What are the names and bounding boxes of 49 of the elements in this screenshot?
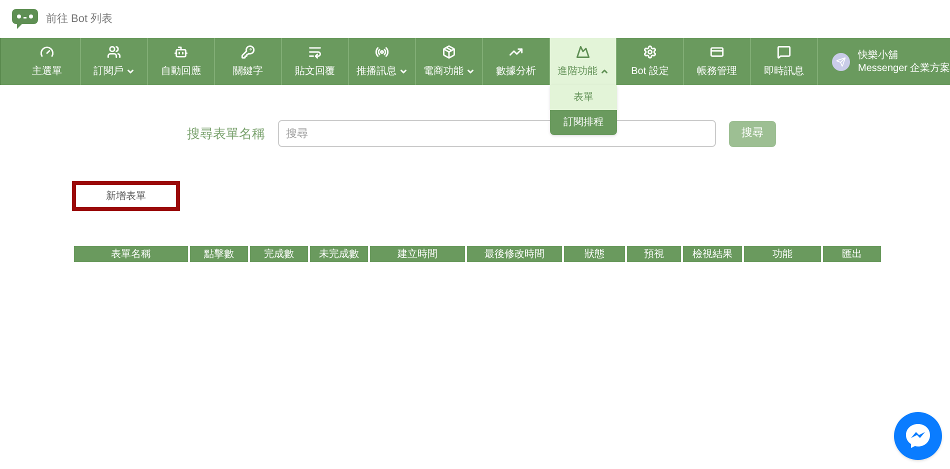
column-header: 表單名稱 [74, 246, 188, 262]
caret-icon [126, 66, 134, 76]
search-label: 搜尋表單名稱 [187, 124, 265, 143]
caret-icon [398, 66, 408, 76]
add-form-button[interactable]: 新增表單 [72, 181, 180, 211]
column-header: 功能 [744, 246, 821, 262]
column-header: 建立時間 [370, 246, 465, 262]
caret-icon [600, 66, 608, 76]
wrap-icon [308, 44, 322, 58]
search-button[interactable]: 搜尋 [729, 120, 776, 146]
column-header: 最後修改時間 [467, 246, 562, 262]
nav-tab[interactable]: 主選單 [14, 38, 81, 85]
box-icon [442, 44, 456, 58]
plan-name: Messenger 企業方案 [858, 62, 950, 74]
messenger-icon [903, 421, 933, 451]
shop-name: 快樂小舖 [858, 48, 899, 62]
nav-tab[interactable]: 自動回應 [148, 38, 215, 85]
nav-tab[interactable]: 關鍵字 [215, 38, 282, 85]
avatar-icon [832, 52, 850, 70]
gear-icon [643, 44, 657, 58]
nav-tab[interactable]: 訂閱戶 [81, 38, 148, 85]
messenger-chat-button[interactable] [894, 412, 942, 460]
nav-tab[interactable]: 電商功能 [416, 38, 483, 85]
nav-tab[interactable]: Bot 設定 [617, 38, 684, 85]
dropdown-item[interactable]: 表單 [550, 85, 617, 110]
column-header: 未完成數 [310, 246, 368, 262]
bot-logo-icon [12, 9, 38, 29]
column-header: 狀態 [564, 246, 625, 262]
dropdown-item[interactable]: 訂閱排程 [550, 110, 617, 135]
nav-tab[interactable]: 貼文回覆 [282, 38, 349, 85]
column-header: 完成數 [250, 246, 308, 262]
card-icon [710, 44, 724, 58]
users-icon [107, 44, 121, 58]
column-header: 預視 [627, 246, 681, 262]
column-header: 檢視結果 [683, 246, 742, 262]
nav-tab[interactable]: 帳務管理 [684, 38, 751, 85]
caret-icon [466, 66, 474, 76]
nav-tab[interactable]: 即時訊息 [751, 38, 818, 85]
mountain-flag-icon [576, 44, 590, 58]
nav-tab[interactable]: 進階功能 [550, 38, 617, 85]
column-header: 點擊數 [190, 246, 248, 262]
robot-icon [174, 44, 188, 58]
bot-list-link[interactable]: 前往 Bot 列表 [46, 10, 113, 28]
gauge-icon [40, 44, 54, 58]
nav-tab[interactable]: 推播訊息 [349, 38, 416, 85]
broadcast-icon [375, 44, 389, 58]
chat-icon [777, 44, 791, 58]
column-header: 匯出 [823, 246, 881, 262]
key-icon [241, 44, 255, 58]
